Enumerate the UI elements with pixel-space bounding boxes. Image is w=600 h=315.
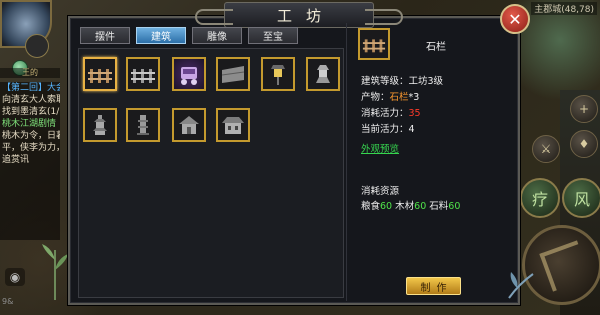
- product-name: 石栏: [389, 92, 409, 103]
- house-icon: [222, 117, 244, 134]
- product-count: *3: [408, 92, 420, 103]
- panel-divider: [346, 23, 347, 301]
- item-cart[interactable]: [172, 57, 206, 91]
- resource-label: 粮食: [361, 201, 381, 212]
- fence-icon: [88, 69, 112, 83]
- level-value: 工坊3级: [408, 76, 444, 87]
- quest-line: 向清玄大人索取: [2, 95, 60, 105]
- item-fence-2[interactable]: [126, 57, 160, 91]
- current-energy-value: 4: [408, 124, 415, 135]
- item-pagoda[interactable]: [83, 108, 117, 142]
- item-name: 石栏: [426, 42, 446, 53]
- shrine-icon: [179, 116, 199, 134]
- camera-icon[interactable]: ◉: [5, 268, 25, 286]
- make-button-label: 制作: [420, 282, 453, 294]
- bamboo-leaf-decoration-icon: [508, 272, 534, 299]
- cost-label: 消耗活力：: [361, 108, 409, 119]
- tab-treasures[interactable]: 至宝: [248, 27, 298, 44]
- product-label: 产物：: [361, 92, 390, 103]
- bamboo-leaf-decoration-icon: [42, 244, 68, 300]
- quest-line[interactable]: 桃木江湖剧情: [0, 118, 60, 130]
- resource-label: 石料: [429, 201, 449, 212]
- item-lantern[interactable]: [261, 57, 295, 91]
- fps-readout: 9&: [2, 297, 14, 306]
- appearance-preview-link[interactable]: 外观预览: [361, 141, 399, 155]
- fence-icon: [362, 39, 386, 53]
- tab-ornaments[interactable]: 摆件: [80, 27, 130, 44]
- fence-icon: [131, 69, 155, 83]
- level-badge: [25, 34, 49, 58]
- quest-tracker[interactable]: 【第二回】大会新 向清玄大人索取 找到墨清玄(1/1) 桃木江湖剧情 桃木为令，…: [0, 82, 60, 240]
- sword-icon[interactable]: ⚔: [532, 135, 560, 163]
- wall-icon: [221, 66, 245, 83]
- potion-icon[interactable]: ♦: [570, 130, 598, 158]
- make-button[interactable]: 制作: [406, 277, 461, 295]
- cost-value: 35: [408, 108, 421, 119]
- quest-line: 找到墨清玄(1/1): [2, 107, 60, 117]
- map-coordinates: 主郡城(48,78): [531, 2, 597, 15]
- item-stone-lamp[interactable]: [306, 57, 340, 91]
- level-label: 建筑等级：: [361, 76, 409, 87]
- item-wall[interactable]: [216, 57, 250, 91]
- tab-statues[interactable]: 雕像: [192, 27, 242, 44]
- tab-buildings[interactable]: 建筑: [136, 27, 186, 44]
- quest-line[interactable]: 【第二回】大会新: [0, 82, 60, 94]
- lantern-icon: [271, 65, 285, 85]
- resources-row: 粮食60 木材60 石料60: [361, 198, 460, 212]
- quest-line: 平，侠李为力，: [2, 143, 60, 153]
- current-energy-row: 当前活力：4: [361, 121, 415, 135]
- resource-value: 60: [448, 201, 461, 212]
- selected-item-preview: [358, 28, 390, 60]
- item-shrine[interactable]: [172, 108, 206, 142]
- product-row: 产物：石栏*3: [361, 89, 419, 103]
- current-energy-label: 当前活力：: [361, 124, 409, 135]
- resource-value: 60: [414, 201, 427, 212]
- resource-value: 60: [380, 201, 393, 212]
- skill-button-1[interactable]: 疗: [520, 178, 560, 218]
- left-hud: 王的 【第二回】大会新 向清玄大人索取 找到墨清玄(1/1) 桃木江湖剧情 桃木…: [0, 0, 68, 315]
- item-fence-1[interactable]: [83, 57, 117, 91]
- resource-label: 木材: [395, 201, 415, 212]
- item-house[interactable]: [216, 108, 250, 142]
- pagoda-icon: [93, 115, 107, 135]
- quest-line: 桃木为令，日暮: [2, 131, 60, 141]
- dialog-title: 工坊: [276, 6, 335, 25]
- level-row: 建筑等级：工坊3级: [361, 73, 443, 87]
- stone-lamp-icon: [316, 65, 330, 83]
- item-tower[interactable]: [126, 108, 160, 142]
- resources-title: 消耗资源: [361, 186, 400, 197]
- skill-button-2[interactable]: 风: [562, 178, 600, 218]
- item-grid-panel: [78, 48, 344, 298]
- item-detail-panel: 石栏 建筑等级：工坊3级 产物：石栏*3 消耗活力：35 当前活力：4 外观预览…: [346, 23, 510, 301]
- cost-row: 消耗活力：35: [361, 105, 421, 119]
- cart-icon: [181, 67, 197, 85]
- quest-line: 追赏讯: [2, 155, 30, 165]
- tower-icon: [137, 115, 149, 135]
- plus-icon[interactable]: +: [570, 95, 598, 123]
- category-tabs: 摆件 建筑 雕像 至宝: [80, 27, 298, 44]
- hud-small-label: 王的: [0, 68, 60, 78]
